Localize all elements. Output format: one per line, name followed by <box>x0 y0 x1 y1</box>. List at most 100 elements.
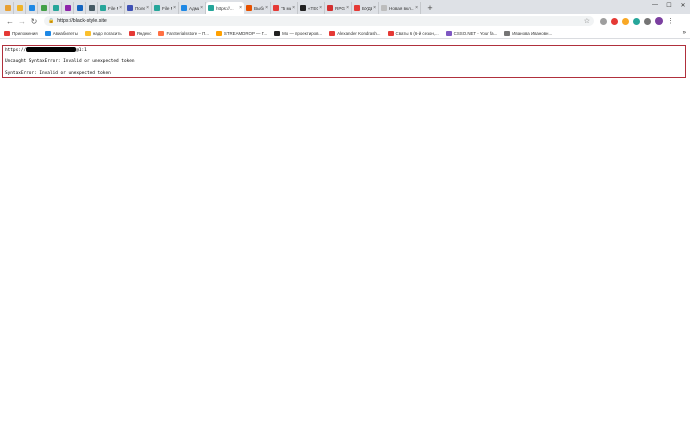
bookmark-label: надо погасить <box>92 30 122 36</box>
tab[interactable] <box>14 2 26 14</box>
error-box: https://@1:1 Uncaught SyntaxError: Inval… <box>2 45 686 78</box>
tab-favicon-icon <box>100 5 106 11</box>
tab-favicon-icon <box>28 5 35 11</box>
window-controls: — ☐ ✕ <box>648 0 690 12</box>
tab-label: File M... <box>108 5 118 11</box>
tab-favicon-icon <box>181 5 187 11</box>
forward-button[interactable]: → <box>16 15 28 27</box>
bookmark-item[interactable]: Alexander Kondrash... <box>329 30 381 36</box>
tab-favicon-icon <box>354 5 360 11</box>
bookmark-favicon-icon <box>387 30 394 36</box>
bookmark-label: STREAMDROP — Г... <box>223 30 268 36</box>
reload-button[interactable]: ↻ <box>28 15 40 27</box>
close-window-button[interactable]: ✕ <box>676 0 690 10</box>
bookmark-item[interactable]: Приложения <box>4 30 38 36</box>
bookmark-favicon-icon <box>445 30 452 36</box>
error-message-syntax: SyntaxError: Invalid or unexpected token <box>5 71 111 76</box>
tab-favicon-icon <box>127 5 133 11</box>
bookmark-label: Приложения <box>12 30 38 36</box>
minimize-button[interactable]: — <box>648 0 662 10</box>
extension-icon[interactable] <box>622 17 629 25</box>
tab[interactable] <box>86 2 98 14</box>
bookmark-item[interactable]: Иванова Ивановн... <box>504 30 553 36</box>
bookmark-label: Иванова Ивановн... <box>512 30 553 36</box>
bookmark-label: Авиабилеты <box>52 30 78 36</box>
extension-icon[interactable] <box>600 17 607 25</box>
tab-close-icon[interactable]: × <box>265 5 268 11</box>
tab-close-icon[interactable]: × <box>119 5 122 11</box>
tab-close-icon[interactable]: × <box>319 5 322 11</box>
bookmark-favicon-icon <box>329 30 336 36</box>
error-url-suffix: @1:1 <box>76 48 87 53</box>
tab-close-icon[interactable]: × <box>146 5 149 11</box>
bookmark-favicon-icon <box>84 30 91 36</box>
new-tab-button[interactable]: + <box>424 2 436 14</box>
tab[interactable] <box>26 2 38 14</box>
bookmark-favicon-icon <box>274 30 281 36</box>
tab-close-icon[interactable]: × <box>292 5 295 11</box>
extension-icon[interactable] <box>644 17 651 25</box>
bookmarks-bar: Приложения Авиабилеты надо погасить Яндекс F… <box>0 28 690 39</box>
tab-favicon-icon <box>40 5 47 11</box>
bookmark-favicon-icon <box>215 30 222 36</box>
bookmark-item[interactable]: Mo — проектиров... <box>274 30 323 36</box>
bookmark-item[interactable]: Авиабилеты <box>44 30 78 36</box>
bookmark-item[interactable]: Сваты 6 (6-й сезон,... <box>387 30 439 36</box>
tab[interactable] <box>74 2 86 14</box>
bookmarks-overflow-label: » <box>682 30 686 36</box>
tab-favicon-icon <box>16 5 23 11</box>
bookmark-item[interactable]: CSSO.NET - Your fa... <box>445 30 497 36</box>
tab[interactable]: Админ...× <box>179 2 206 14</box>
extension-icon[interactable] <box>611 17 618 25</box>
bookmark-favicon-icon <box>44 30 51 36</box>
bookmark-item[interactable]: Яндекс <box>128 30 151 36</box>
bookmark-label: Alexander Kondrash... <box>337 30 381 36</box>
tab[interactable]: File M...× <box>152 2 179 14</box>
tab[interactable]: «ТЕСН...× <box>298 2 325 14</box>
tab-close-icon[interactable]: × <box>239 5 242 11</box>
bookmark-label: Mo — проектиров... <box>282 30 323 36</box>
address-bar-url[interactable]: https://black-style.site <box>57 18 107 24</box>
tab-favicon-icon <box>52 5 59 11</box>
bookmark-favicon-icon <box>4 30 10 36</box>
extension-icon[interactable] <box>633 17 640 25</box>
tab[interactable]: БУДЬ...× <box>352 2 379 14</box>
tab-close-icon[interactable]: × <box>173 5 176 11</box>
tab[interactable]: Выбор...× <box>244 2 271 14</box>
tab[interactable] <box>50 2 62 14</box>
tab[interactable] <box>62 2 74 14</box>
tab-close-icon[interactable]: × <box>415 5 418 11</box>
address-bar[interactable]: 🔒 https://black-style.site ☆ <box>44 16 594 26</box>
tab[interactable]: "5 мин...× <box>271 2 298 14</box>
error-url-prefix: https:// <box>5 48 27 53</box>
tab-label: "5 мин... <box>281 5 291 11</box>
profile-avatar[interactable] <box>655 17 663 25</box>
tab-active[interactable]: https://... × <box>206 2 244 14</box>
tab-label: RPG-С... <box>335 5 345 11</box>
tab[interactable]: Полезн...× <box>125 2 152 14</box>
tab-label: «ТЕСН... <box>308 5 318 11</box>
tab[interactable]: RPG-С...× <box>325 2 352 14</box>
tab[interactable] <box>2 2 14 14</box>
tab-close-icon[interactable]: × <box>373 5 376 11</box>
tab-favicon-icon <box>88 5 95 11</box>
tab-label: Полезн... <box>135 5 146 11</box>
tab-close-icon[interactable]: × <box>200 5 203 11</box>
tab-label: https://... <box>216 5 234 11</box>
bookmarks-list: Приложения Авиабилеты надо погасить Яндекс F… <box>4 30 559 36</box>
tab-strip: File M...×Полезн...×File M...×Админ...×h… <box>0 0 690 14</box>
bookmark-item[interactable]: STREAMDROP — Г... <box>215 30 268 36</box>
bookmark-item[interactable]: FanSerialsstore – П... <box>158 30 209 36</box>
tab[interactable]: Новая вкл... × <box>379 2 421 14</box>
tab-close-icon[interactable]: × <box>346 5 349 11</box>
tab-favicon-icon <box>300 5 306 11</box>
browser-menu-button[interactable]: ⋮ <box>667 17 674 25</box>
bookmarks-overflow-button[interactable]: » <box>683 30 686 36</box>
bookmark-star-icon[interactable]: ☆ <box>584 17 590 25</box>
tab-favicon-icon <box>246 5 252 11</box>
tab[interactable] <box>38 2 50 14</box>
back-button[interactable]: ← <box>4 15 16 27</box>
bookmark-item[interactable]: надо погасить <box>84 30 122 36</box>
maximize-button[interactable]: ☐ <box>662 0 676 10</box>
tab[interactable]: File M...× <box>98 2 125 14</box>
